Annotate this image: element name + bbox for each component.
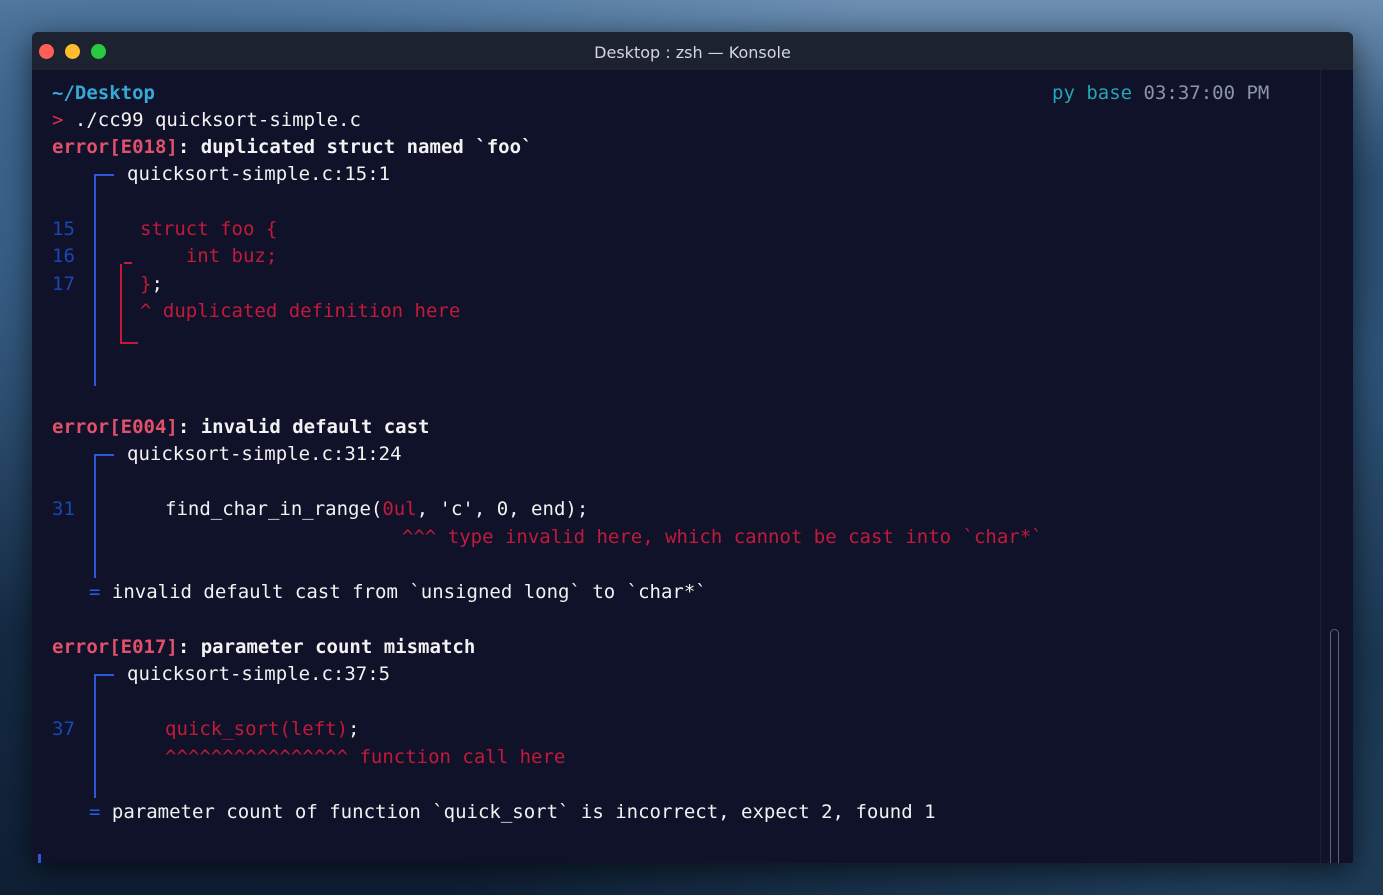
error-message: : parameter count mismatch	[177, 636, 476, 658]
conda-env: py base	[1052, 82, 1133, 104]
error-location: quicksort-simple.c:31:24	[127, 443, 402, 465]
error-heading: error[E017]: parameter count mismatch	[52, 634, 475, 660]
code-line: find_char_in_range(0ul, 'c', 0, end);	[165, 496, 588, 522]
gutter-corner	[94, 454, 114, 456]
line-number: 15	[52, 218, 75, 240]
note-marker: =	[89, 581, 101, 603]
line-number: 16	[52, 245, 75, 267]
text-cursor	[38, 854, 41, 863]
error-message: : duplicated struct named `foo`	[177, 136, 533, 158]
error-code: error[E017]	[52, 636, 178, 658]
code-highlight: 0ul	[382, 498, 417, 520]
command-text: ./cc99 quicksort-simple.c	[74, 109, 361, 131]
window-title: Desktop : zsh — Konsole	[594, 43, 791, 62]
scrollbar[interactable]	[1320, 70, 1353, 863]
gutter-line	[94, 174, 96, 386]
error-message: : invalid default cast	[177, 416, 430, 438]
error-annotation: ^^^ type invalid here, which cannot be c…	[402, 526, 1043, 548]
command-line: > ./cc99 quicksort-simple.c	[52, 107, 361, 133]
title-bar[interactable]: Desktop : zsh — Konsole	[32, 32, 1353, 70]
error-note: = parameter count of function `quick_sor…	[89, 799, 936, 825]
error-location: quicksort-simple.c:15:1	[127, 163, 391, 185]
scrollbar-thumb[interactable]	[1330, 629, 1339, 863]
gutter-corner	[94, 674, 114, 676]
span-bracket-bottom	[120, 342, 138, 344]
error-code: error[E004]	[52, 416, 178, 438]
prompt-time: 03:37:00 PM	[1143, 82, 1270, 104]
prompt-arrow-icon: >	[52, 109, 64, 131]
code-line: struct foo {	[140, 218, 278, 240]
error-note: = invalid default cast from `unsigned lo…	[89, 579, 707, 605]
code-highlight: quick_sort(left)	[165, 718, 349, 740]
error-heading: error[E018]: duplicated struct named `fo…	[52, 134, 532, 160]
error-annotation: ^ duplicated definition here	[140, 300, 461, 322]
code-tail: ;	[151, 273, 163, 295]
prompt-right-status: py base 03:37:00 PM	[1052, 80, 1269, 106]
code-line: quick_sort(left);	[165, 716, 359, 742]
code-text: find_char_in_range(	[165, 498, 383, 520]
line-number: 37	[52, 718, 75, 740]
prompt-cwd: ~/Desktop	[52, 82, 155, 104]
span-bracket-top	[124, 262, 132, 264]
line-number: 17	[52, 273, 75, 295]
error-location: quicksort-simple.c:37:5	[127, 663, 391, 685]
error-annotation: ^^^^^^^^^^^^^^^^ function call here	[165, 746, 566, 768]
code-highlight: }	[140, 273, 152, 295]
code-text: , 'c', 0, end);	[416, 498, 589, 520]
line-number: 31	[52, 498, 75, 520]
terminal-view[interactable]: ~/Desktop py base 03:37:00 PM > ./cc99 q…	[32, 70, 1353, 863]
note-text: invalid default cast from `unsigned long…	[111, 581, 707, 603]
error-heading: error[E004]: invalid default cast	[52, 414, 430, 440]
code-line: };	[140, 271, 163, 297]
note-text: parameter count of function `quick_sort`…	[111, 801, 936, 823]
gutter-corner	[94, 174, 114, 176]
note-marker: =	[89, 801, 101, 823]
code-text: ;	[348, 718, 360, 740]
konsole-window: Desktop : zsh — Konsole ~/Desktop py bas…	[32, 32, 1353, 863]
gutter-line	[94, 674, 96, 798]
error-code: error[E018]	[52, 136, 178, 158]
gutter-line	[94, 454, 96, 578]
code-line: int buz;	[140, 245, 278, 267]
span-bracket-line	[120, 264, 122, 342]
